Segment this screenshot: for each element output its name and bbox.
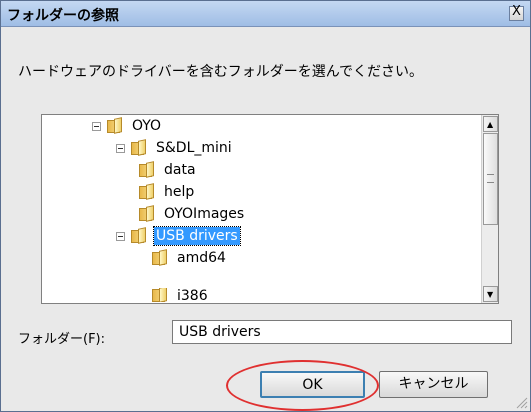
tree-item-label-selected: USB drivers	[153, 226, 241, 246]
arrow-up-icon: ▲	[487, 120, 494, 129]
folder-icon	[139, 205, 155, 222]
arrow-down-icon: ▼	[487, 290, 494, 299]
folder-icon	[139, 161, 155, 178]
folder-icon	[107, 117, 123, 134]
tree-item-oyoimages[interactable]: OYOImages	[139, 203, 246, 225]
folder-icon	[131, 227, 147, 244]
folder-icon	[139, 183, 155, 200]
folder-icon	[152, 249, 168, 266]
tree-item-data[interactable]: data	[139, 159, 198, 181]
tree-item-sdl-mini[interactable]: S&DL_mini	[116, 137, 234, 159]
folder-icon	[152, 288, 168, 302]
tree-item-label: help	[164, 184, 195, 200]
grip-icon	[487, 174, 494, 183]
tree-item-amd64[interactable]: amd64	[152, 247, 228, 269]
tree-item-label: amd64	[177, 250, 226, 266]
collapse-icon[interactable]	[116, 143, 125, 153]
folder-icon	[131, 139, 147, 156]
tree-item-oyo[interactable]: OYO	[92, 115, 163, 137]
folder-tree[interactable]: OYO S&DL_mini data help OYOImages USB dr…	[41, 114, 499, 304]
tree-item-label: OYOImages	[164, 206, 245, 222]
folder-field-label: フォルダー(F):	[18, 332, 106, 347]
scroll-up-button[interactable]: ▲	[483, 116, 498, 132]
tree-item-label: i386	[177, 288, 208, 302]
tree-item-help[interactable]: help	[139, 181, 196, 203]
scroll-down-button[interactable]: ▼	[483, 286, 498, 302]
close-icon: X	[512, 4, 521, 19]
title-bar[interactable]: フォルダーの参照 X	[1, 1, 530, 27]
resize-grip-icon[interactable]	[514, 395, 528, 409]
browse-folder-dialog: フォルダーの参照 X ハードウェアのドライバーを含むフォルダーを選んでください。…	[0, 0, 531, 412]
cancel-button[interactable]: キャンセル	[379, 371, 488, 398]
tree-item-usb-drivers[interactable]: USB drivers	[116, 225, 241, 247]
collapse-icon[interactable]	[92, 121, 101, 131]
instruction-text: ハードウェアのドライバーを含むフォルダーを選んでください。	[18, 64, 424, 80]
tree-item-label: OYO	[132, 118, 162, 134]
tree-item-label: data	[164, 162, 196, 178]
tree-item-i386[interactable]: i386	[152, 288, 210, 302]
scroll-thumb[interactable]	[483, 133, 498, 225]
collapse-icon[interactable]	[116, 231, 125, 241]
dialog-title: フォルダーの参照	[7, 8, 119, 24]
folder-field[interactable]	[172, 320, 512, 344]
vertical-scrollbar[interactable]: ▲ ▼	[481, 115, 498, 303]
highlight-annotation-oval	[226, 360, 379, 411]
close-button[interactable]: X	[509, 4, 524, 21]
tree-item-label: S&DL_mini	[156, 140, 232, 156]
